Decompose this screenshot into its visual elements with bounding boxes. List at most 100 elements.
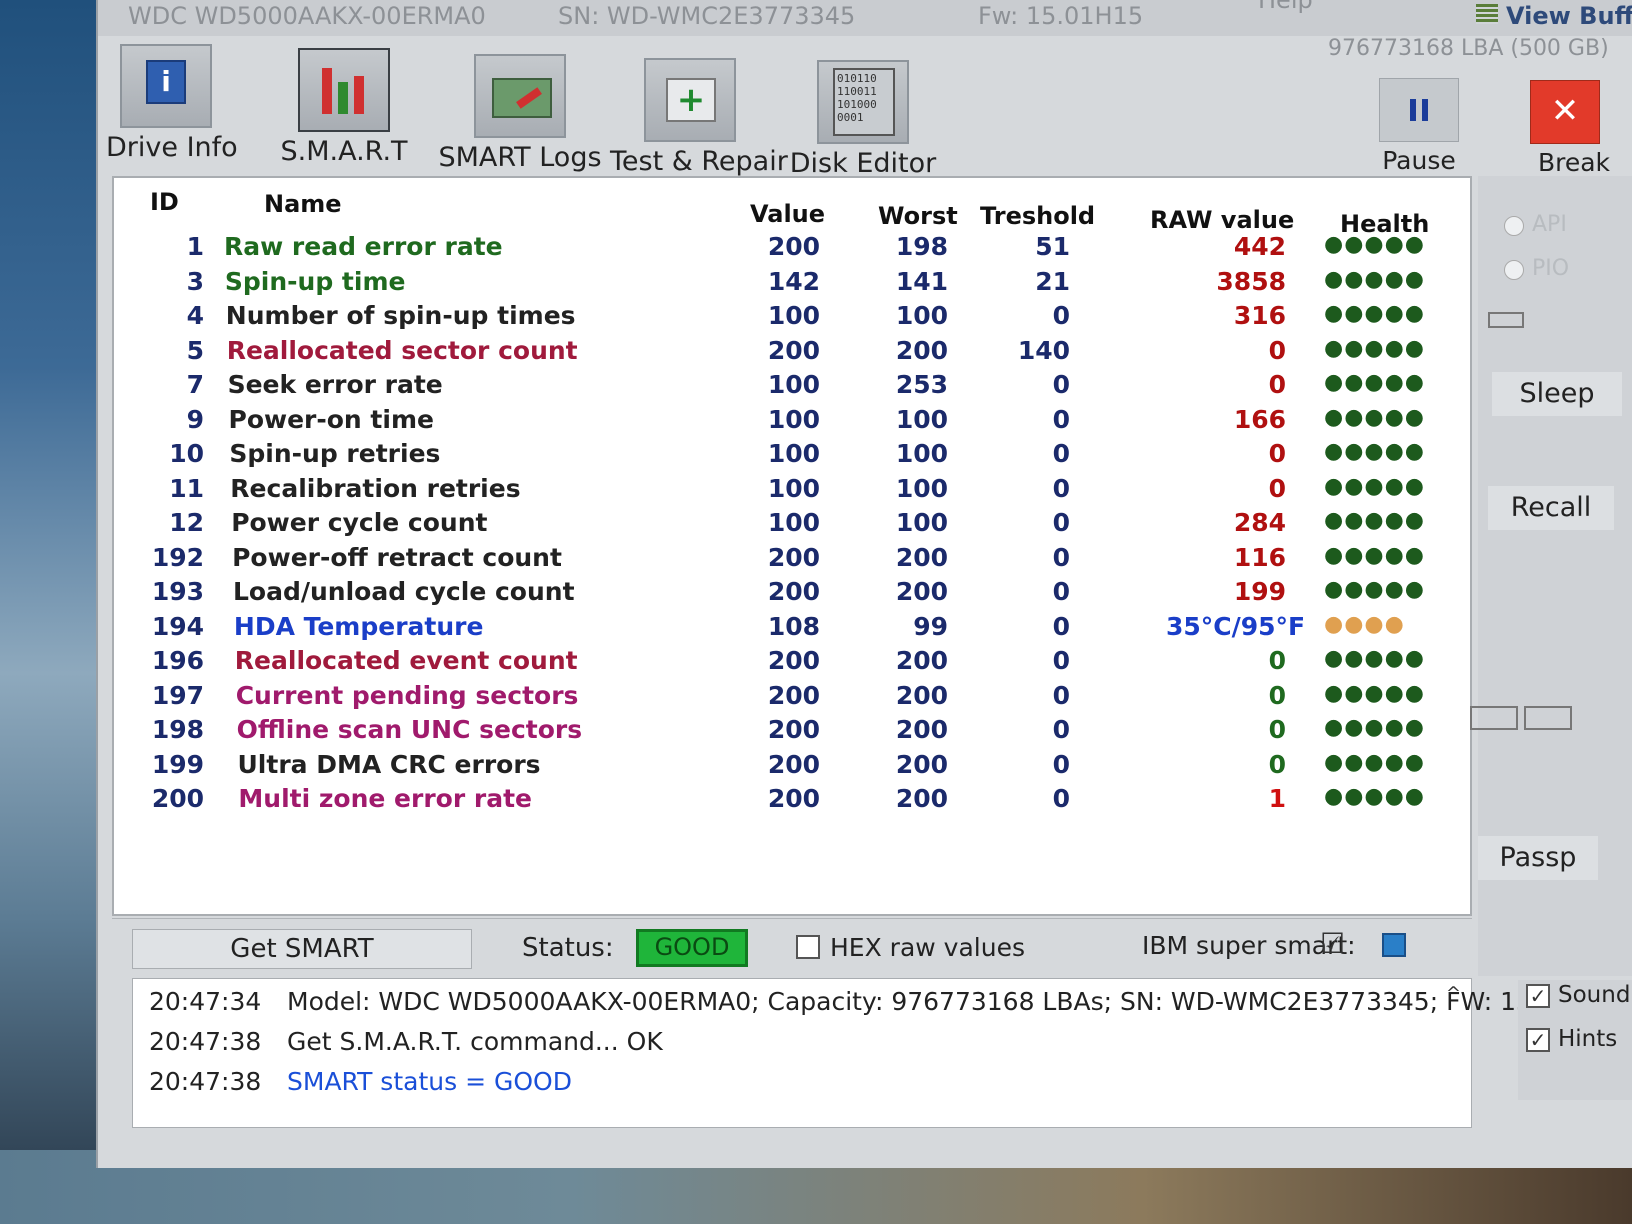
table-row[interactable]: 7 Seek error rate 100 253 0 0 ●●●●● xyxy=(114,370,1454,404)
cell-name: Load/unload cycle count xyxy=(233,577,575,606)
cell-threshold: 0 xyxy=(1052,611,1070,641)
cell-threshold: 0 xyxy=(1052,577,1070,606)
log-message: Get S.M.A.R.T. command... OK xyxy=(287,1027,663,1056)
table-row[interactable]: 193 Load/unload cycle count 200 200 0 199 ●●●●… xyxy=(114,577,1454,611)
hex-raw-checkbox[interactable] xyxy=(796,935,820,959)
table-row[interactable]: 197 Current pending sectors 200 200 0 0 ●●●●● xyxy=(114,681,1454,715)
table-row[interactable]: 3 Spin-up time 142 141 21 3858 ●●●●● xyxy=(114,267,1454,301)
small-field-2[interactable] xyxy=(1524,706,1572,730)
cell-value: 100 xyxy=(767,473,820,503)
cell-health: ●●●●● xyxy=(1324,370,1425,395)
api-label: API xyxy=(1532,212,1567,237)
cell-health: ●●●●● xyxy=(1324,646,1425,671)
log-time: 20:47:38 xyxy=(149,1027,262,1056)
cell-id: 9 xyxy=(186,404,204,434)
cell-threshold: 0 xyxy=(1052,680,1070,710)
drive-info-button[interactable]: i Drive Info xyxy=(106,44,238,163)
recall-button[interactable]: Recall xyxy=(1488,486,1614,530)
cell-worst: 100 xyxy=(895,508,948,537)
api-radio[interactable] xyxy=(1504,216,1524,236)
cell-id: 7 xyxy=(186,370,204,399)
cell-id: 198 xyxy=(151,715,204,744)
ibm-super-smart-checkbox[interactable]: ☑ xyxy=(1320,927,1345,960)
cell-raw: 0 xyxy=(1268,370,1286,399)
side-panel: API PIO Sleep Recall Passp xyxy=(1470,176,1632,976)
cell-raw: 0 xyxy=(1268,439,1286,468)
hints-checkbox[interactable]: ✓ xyxy=(1526,1028,1550,1052)
header-value: Value xyxy=(750,200,826,228)
color-indicator[interactable] xyxy=(1382,933,1406,957)
cell-name: Spin-up retries xyxy=(229,439,441,468)
cell-name: Raw read error rate xyxy=(224,232,503,261)
help-menu[interactable]: Help xyxy=(1258,0,1313,14)
table-row[interactable]: 198 Offline scan UNC sectors 200 200 0 0 ●●●●● xyxy=(114,715,1454,749)
cell-value: 142 xyxy=(767,266,820,296)
table-row[interactable]: 199 Ultra DMA CRC errors 200 200 0 0 ●●●●● xyxy=(114,750,1454,784)
table-row[interactable]: 11 Recalibration retries 100 100 0 0 ●●●●● xyxy=(114,474,1454,508)
table-row[interactable]: 196 Reallocated event count 200 200 0 0 ●●●●● xyxy=(114,646,1454,680)
pause-button[interactable]: Pause xyxy=(1374,78,1464,175)
table-row[interactable]: 9 Power-on time 100 100 0 166 ●●●●● xyxy=(114,405,1454,439)
cell-health: ●●●●● xyxy=(1324,784,1425,809)
cell-threshold: 51 xyxy=(1035,232,1070,261)
cell-value: 200 xyxy=(767,335,820,365)
cell-worst: 99 xyxy=(913,611,948,641)
cell-worst: 200 xyxy=(895,577,948,606)
small-box[interactable] xyxy=(1488,312,1524,328)
cell-health: ●●●●● xyxy=(1324,542,1425,568)
cell-id: 12 xyxy=(169,508,204,537)
cell-value: 100 xyxy=(767,508,820,537)
header-name: Name xyxy=(264,190,342,218)
table-row[interactable]: 4 Number of spin-up times 100 100 0 316 ●●●●● xyxy=(114,301,1454,335)
sleep-button[interactable]: Sleep xyxy=(1492,372,1622,416)
small-field-1[interactable] xyxy=(1470,706,1518,730)
cell-id: 196 xyxy=(151,646,204,675)
smart-logs-label: SMART Logs xyxy=(438,142,602,173)
smart-button[interactable]: S.M.A.R.T xyxy=(274,48,414,167)
cell-worst: 100 xyxy=(895,439,948,468)
cell-health: ●●●●● xyxy=(1324,680,1425,706)
pio-radio[interactable] xyxy=(1504,260,1524,280)
test-repair-button[interactable]: + Test & Repair xyxy=(610,58,788,177)
smart-logs-button[interactable]: SMART Logs xyxy=(438,54,602,173)
break-button[interactable]: ✕ Break xyxy=(1514,80,1632,177)
passp-button[interactable]: Passp xyxy=(1478,836,1598,880)
cell-name: Spin-up time xyxy=(224,266,406,296)
cell-name: Ultra DMA CRC errors xyxy=(237,749,541,779)
log-line: 20:47:34 Model: WDC WD5000AAKX-00ERMA0; C… xyxy=(149,987,1564,1016)
cell-health: ●●●●● xyxy=(1324,266,1425,292)
cell-threshold: 0 xyxy=(1052,370,1070,399)
cell-health: ●●●●● xyxy=(1324,715,1425,740)
cell-id: 197 xyxy=(151,680,204,710)
cell-name: Multi zone error rate xyxy=(238,784,532,813)
cell-value: 200 xyxy=(767,784,820,813)
table-row[interactable]: 200 Multi zone error rate 200 200 0 1 ●●●●● xyxy=(114,784,1454,818)
cell-value: 200 xyxy=(767,232,820,261)
disk-editor-button[interactable]: 010110 110011 101000 0001 Disk Editor xyxy=(788,60,938,179)
table-row[interactable]: 194 HDA Temperature 108 99 0 35°C/95°F ●●●● xyxy=(114,612,1454,646)
cell-worst: 100 xyxy=(895,404,948,434)
binary-disk-icon: 010110 110011 101000 0001 xyxy=(817,60,909,144)
cell-value: 100 xyxy=(767,301,820,330)
cell-threshold: 0 xyxy=(1052,715,1070,744)
cell-value: 200 xyxy=(767,577,820,606)
table-row[interactable]: 12 Power cycle count 100 100 0 284 ●●●●● xyxy=(114,508,1454,542)
table-row[interactable]: 192 Power-off retract count 200 200 0 116 ●●●●… xyxy=(114,543,1454,577)
log-line: 20:47:38 Get S.M.A.R.T. command... OK xyxy=(149,1027,663,1056)
cell-raw: 116 xyxy=(1233,542,1286,572)
log-message: Model: WDC WD5000AAKX-00ERMA0; Capacity:… xyxy=(287,987,1564,1016)
cell-name: Offline scan UNC sectors xyxy=(236,715,583,744)
cell-health: ●●●●● xyxy=(1324,232,1425,257)
smart-table: ID Name Value Worst Treshold RAW value H… xyxy=(112,176,1472,916)
view-buffer-button[interactable]: View Buffer xyxy=(1506,2,1632,30)
cell-name: Reallocated sector count xyxy=(226,335,578,365)
title-app-text: WDC WD5000AAKX-00ERMA0 xyxy=(128,2,486,30)
sound-checkbox[interactable]: ✓ xyxy=(1526,984,1550,1008)
table-row[interactable]: 5 Reallocated sector count 200 200 140 0 ●●●●● xyxy=(114,336,1454,370)
cell-name: Power cycle count xyxy=(231,508,488,537)
table-row[interactable]: 10 Spin-up retries 100 100 0 0 ●●●●● xyxy=(114,439,1454,473)
info-icon: i xyxy=(120,44,212,128)
get-smart-button[interactable]: Get SMART xyxy=(132,929,472,969)
table-row[interactable]: 1 Raw read error rate 200 198 51 442 ●●●●● xyxy=(114,232,1454,266)
scroll-up-icon[interactable]: ^ xyxy=(1446,983,1461,1004)
